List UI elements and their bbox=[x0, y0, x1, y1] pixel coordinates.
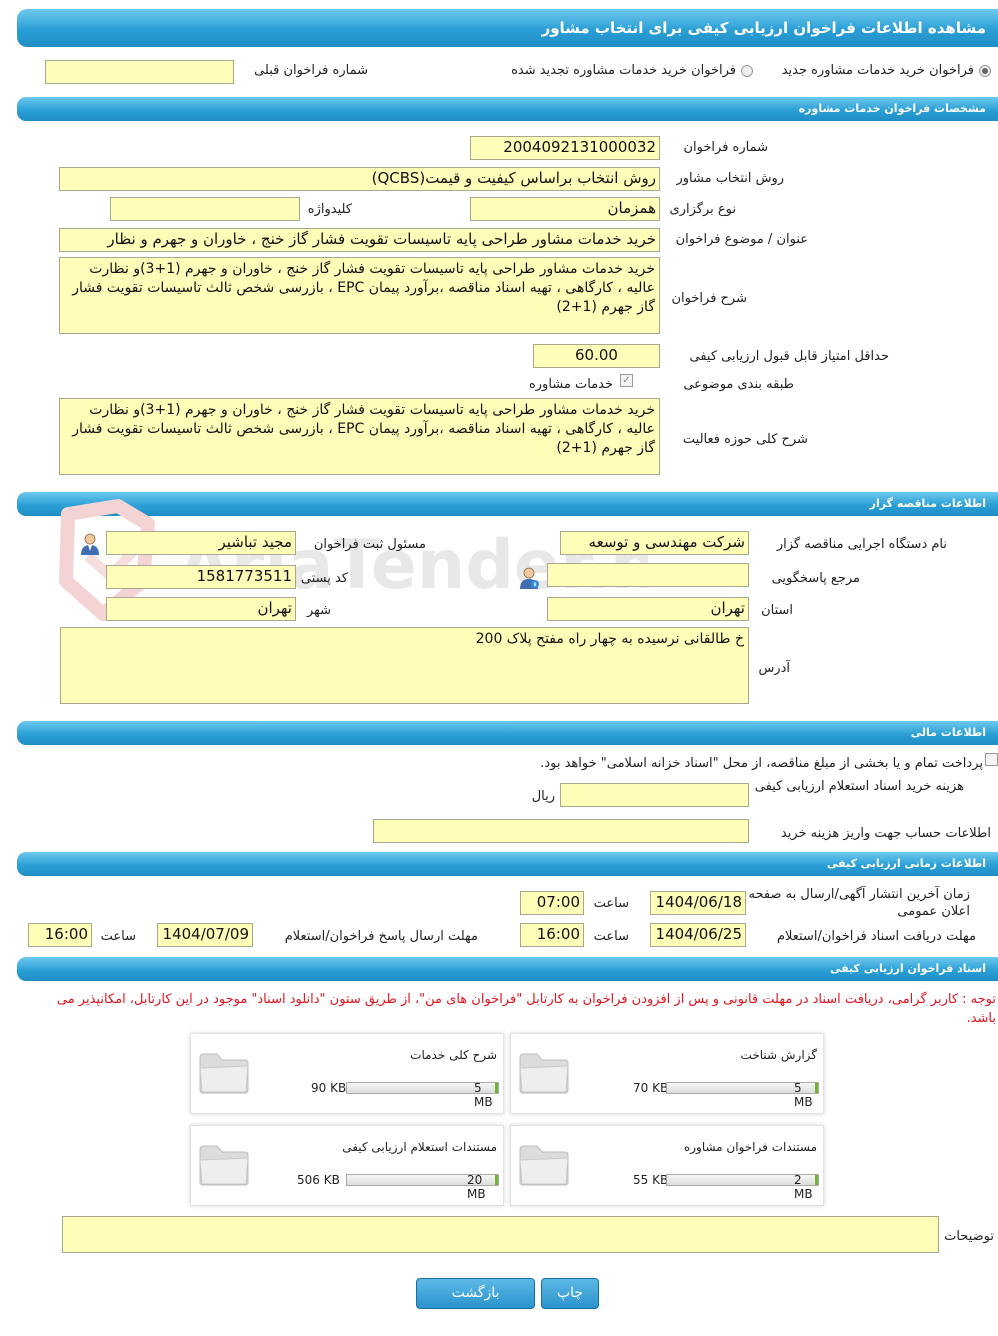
publish-time-label: ساعت bbox=[593, 896, 629, 911]
file-name: مستندات فراخوان مشاوره bbox=[683, 1140, 817, 1154]
currency-label: ریال bbox=[531, 789, 555, 804]
holding-type-label: نوع برگزاری bbox=[669, 202, 736, 217]
file-name: شرح کلی خدمات bbox=[410, 1048, 497, 1062]
treasury-text: پرداخت تمام و یا بخشی از مبلغ مناقصه، از… bbox=[540, 756, 983, 771]
section-docs-header: اسناد فراخوان ارزیابی کیفی bbox=[17, 957, 998, 981]
subject-field[interactable]: خرید خدمات مشاور طراحی پایه تاسیسات تقوی… bbox=[59, 228, 660, 252]
previous-number-field[interactable] bbox=[45, 60, 234, 84]
folder-icon bbox=[519, 1053, 569, 1094]
publish-time-field[interactable]: 07:00 bbox=[520, 891, 584, 915]
description-label: شرح فراخوان bbox=[671, 291, 748, 306]
description-field[interactable]: خرید خدمات مشاور طراحی پایه تاسیسات تقوی… bbox=[59, 257, 660, 334]
notes-field[interactable] bbox=[62, 1216, 939, 1253]
min-score-label: حداقل امتیاز قابل قبول ارزیابی کیفی bbox=[689, 349, 889, 364]
registrar-user-icon[interactable] bbox=[79, 532, 101, 556]
account-field[interactable] bbox=[373, 819, 749, 843]
holding-type-field[interactable]: همزمان bbox=[470, 197, 660, 221]
file-max-size: 5 MB bbox=[474, 1081, 493, 1109]
doc-cost-label: هزینه خرید اسناد استعلام ارزیابی کیفی bbox=[754, 779, 964, 794]
address-field[interactable]: خ طالقانی نرسیده به چهار راه مفتح پلاک 2… bbox=[60, 627, 749, 704]
method-label: روش انتخاب مشاور bbox=[676, 171, 784, 186]
keyword-label: کلیدواژه bbox=[307, 202, 352, 217]
previous-number-label: شماره فراخوان قبلی bbox=[254, 63, 368, 78]
section-time-header: اطلاعات زمانی ارزیابی کیفی bbox=[17, 852, 998, 876]
receive-time-field[interactable]: 16:00 bbox=[520, 923, 584, 947]
file-max-size: 5 MB bbox=[794, 1081, 813, 1109]
min-score-field[interactable]: 60.00 bbox=[533, 344, 660, 368]
subject-label: عنوان / موضوع فراخوان bbox=[675, 232, 808, 247]
file-size: 506 KB bbox=[297, 1173, 340, 1187]
docs-notice: توجه : کاربر گرامی، دریافت اسناد در مهلت… bbox=[56, 992, 996, 1026]
registrar-label: مسئول ثبت فراخوان bbox=[313, 537, 426, 552]
category-consulting-checkbox[interactable]: ✓ bbox=[620, 374, 633, 387]
method-field[interactable]: روش انتخاب براساس کیفیت و قیمت(QCBS) bbox=[59, 167, 660, 191]
ref-user-icon[interactable] bbox=[518, 566, 540, 590]
file-name: مستندات استعلام ارزیابی کیفی bbox=[342, 1140, 497, 1154]
reply-date-field[interactable]: 1404/07/09 bbox=[157, 923, 253, 947]
org-label: نام دستگاه اجرایی مناقصه گزار bbox=[776, 537, 947, 552]
file-card[interactable]: شرح کلی خدمات 90 KB 5 MB bbox=[190, 1033, 504, 1114]
back-button[interactable]: بازگشت bbox=[416, 1278, 535, 1309]
treasury-checkbox[interactable] bbox=[985, 753, 998, 766]
radio-new-call-label: فراخوان خرید خدمات مشاوره جدید bbox=[781, 63, 974, 78]
registrar-field[interactable]: مجید تباشیر bbox=[106, 531, 296, 555]
section-service-header: مشخصات فراخوان خدمات مشاوره bbox=[17, 97, 998, 121]
file-size: 55 KB bbox=[633, 1173, 669, 1187]
doc-cost-field[interactable] bbox=[560, 783, 749, 807]
scope-label: شرح کلی حوزه فعالیت bbox=[682, 432, 808, 447]
folder-icon bbox=[199, 1053, 249, 1094]
city-field[interactable]: تهران bbox=[106, 597, 296, 621]
radio-new-call[interactable] bbox=[979, 65, 991, 77]
postal-label: کد پستی bbox=[300, 571, 348, 586]
file-card[interactable]: مستندات استعلام ارزیابی کیفی 506 KB 20 M… bbox=[190, 1125, 504, 1206]
call-number-label: شماره فراخوان bbox=[683, 140, 769, 155]
radio-renewed-call[interactable] bbox=[741, 65, 753, 77]
file-card[interactable]: گزارش شناخت 70 KB 5 MB bbox=[510, 1033, 824, 1114]
reply-time-label: ساعت bbox=[100, 929, 136, 944]
radio-renewed-call-label: فراخوان خرید خدمات مشاوره تجدید شده bbox=[511, 63, 736, 78]
category-consulting-label: خدمات مشاوره bbox=[528, 377, 613, 392]
category-label: طبقه بندی موضوعی bbox=[683, 377, 794, 392]
province-label: استان bbox=[761, 603, 793, 618]
city-label: شهر bbox=[306, 603, 331, 618]
file-card[interactable]: مستندات فراخوان مشاوره 55 KB 2 MB bbox=[510, 1125, 824, 1206]
folder-icon bbox=[199, 1145, 249, 1186]
ref-label: مرجع پاسخگویی bbox=[771, 571, 860, 586]
file-size: 90 KB bbox=[311, 1081, 347, 1095]
file-max-size: 2 MB bbox=[794, 1173, 813, 1201]
reply-label: مهلت ارسال پاسخ فراخوان/استعلام bbox=[284, 929, 478, 944]
postal-field[interactable]: 1581773511 bbox=[106, 565, 296, 589]
scope-field[interactable]: خرید خدمات مشاور طراحی پایه تاسیسات تقوی… bbox=[59, 398, 660, 475]
call-number-field[interactable]: 2004092131000032 bbox=[470, 136, 660, 160]
reply-time-field[interactable]: 16:00 bbox=[28, 923, 92, 947]
receive-date-field[interactable]: 1404/06/25 bbox=[650, 923, 746, 947]
org-field[interactable]: شرکت مهندسی و توسعه bbox=[560, 531, 749, 555]
receive-time-label: ساعت bbox=[593, 929, 629, 944]
publish-label: زمان آخرین انتشار آگهی/ارسال به صفحه اعل… bbox=[748, 887, 971, 919]
address-label: آدرس bbox=[758, 661, 790, 676]
receive-label: مهلت دریافت اسناد فراخوان/استعلام bbox=[776, 929, 976, 944]
province-field[interactable]: تهران bbox=[547, 597, 749, 621]
section-financial-header: اطلاعات مالی bbox=[17, 721, 998, 745]
file-name: گزارش شناخت bbox=[740, 1048, 817, 1062]
file-max-size: 20 MB bbox=[467, 1173, 486, 1201]
notes-label: توضیحات bbox=[944, 1229, 994, 1244]
file-size: 70 KB bbox=[633, 1081, 669, 1095]
print-button[interactable]: چاپ bbox=[541, 1278, 599, 1309]
ref-field[interactable] bbox=[547, 563, 749, 587]
account-label: اطلاعات حساب جهت واریز هزینه خرید bbox=[780, 826, 991, 841]
folder-icon bbox=[519, 1145, 569, 1186]
keyword-field[interactable] bbox=[110, 197, 300, 221]
publish-date-field[interactable]: 1404/06/18 bbox=[650, 891, 746, 915]
page-title: مشاهده اطلاعات فراخوان ارزیابی کیفی برای… bbox=[17, 9, 998, 47]
